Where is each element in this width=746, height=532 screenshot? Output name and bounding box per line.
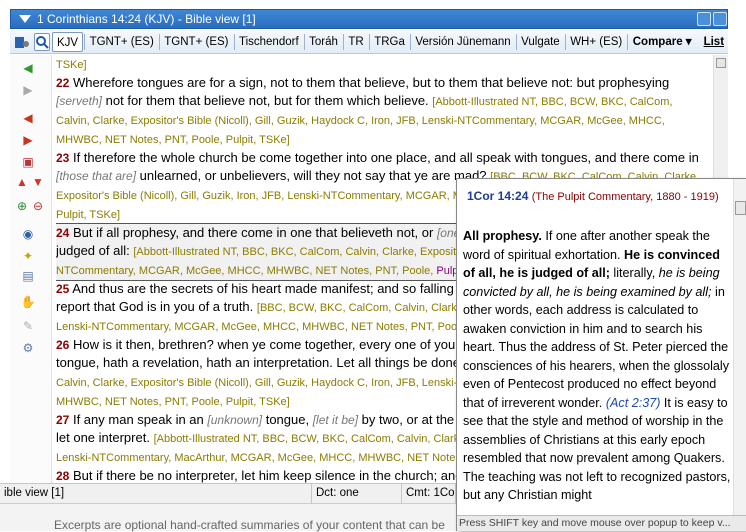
tab-tischendorf[interactable]: Tischendorf <box>235 32 303 52</box>
verse-number[interactable]: 26 <box>56 338 69 352</box>
navigation-rail: ◀ ▶ ◀ ▶ ▣ ▲ ▼ ⊕ ⊖ ◉ ✦ ▤ ✋ ✎ ⚙ <box>10 55 52 487</box>
popup-footer-hint: Press SHIFT key and move mouse over popu… <box>457 515 746 531</box>
verse-number[interactable]: 23 <box>56 151 69 165</box>
verse-text: Wherefore tongues are for a sign, not to… <box>69 75 669 90</box>
italic-added-word: [unknown] <box>207 413 262 427</box>
italic-added-word: [serveth] <box>56 94 102 108</box>
scroll-up-icon[interactable] <box>716 58 726 68</box>
view-eye-icon[interactable]: ◉ <box>20 227 36 241</box>
app-window: 1 Corinthians 14:24 (KJV) - Bible view [… <box>0 0 746 531</box>
verse-number[interactable]: 28 <box>56 469 69 483</box>
window-title: 1 Corinthians 14:24 (KJV) - Bible view [… <box>37 12 256 26</box>
status-commentary: Cmt: 1Co <box>402 484 456 503</box>
parallel-book-icon[interactable]: ▣ <box>20 155 36 169</box>
compare-label: Compare <box>633 36 683 48</box>
zoom-out-icon[interactable]: ⊖ <box>30 199 46 213</box>
cross-reference-link[interactable]: (Act 2:37) <box>606 396 661 410</box>
compare-dropdown[interactable]: Compare ▾ <box>629 32 696 52</box>
next-chapter-icon[interactable]: ▶ <box>20 133 36 147</box>
page-view-icon[interactable]: ▤ <box>20 269 36 283</box>
tab-torah[interactable]: Toráh <box>305 32 342 52</box>
commentary-popup[interactable]: 1Cor 14:24 (The Pulpit Commentary, 1880 … <box>456 178 746 531</box>
settings-gear-icon[interactable]: ⚙ <box>20 341 36 355</box>
tab-tgnt-2[interactable]: TGNT+ (ES) <box>160 32 232 52</box>
tab-tr[interactable]: TR <box>344 32 367 52</box>
popup-source: (The Pulpit Commentary, 1880 - 1919) <box>532 191 719 203</box>
verse-22[interactable]: 22 Wherefore tongues are for a sign, not… <box>56 74 706 149</box>
verse-text: tongue, <box>262 412 313 427</box>
italic-added-word: [those that are] <box>56 169 136 183</box>
verse-fragment[interactable]: TSKe] <box>56 55 706 74</box>
popup-scrollbar[interactable] <box>733 179 746 519</box>
tab-trga[interactable]: TRGa <box>370 32 409 52</box>
excerpt-help-text: Excerpts are optional hand-crafted summa… <box>54 518 445 532</box>
previous-chapter-icon[interactable]: ◀ <box>20 111 36 125</box>
close-icon[interactable] <box>713 12 727 26</box>
verse-text: If therefore the whole church be come to… <box>69 150 698 165</box>
commentary-list[interactable]: TSKe] <box>56 59 87 71</box>
forward-arrow-icon[interactable]: ▶ <box>20 83 36 97</box>
back-arrow-icon[interactable]: ◀ <box>20 61 36 75</box>
verse-text: If any man speak in an <box>69 412 207 427</box>
popup-scroll-thumb[interactable] <box>735 201 746 215</box>
window-menu-icon[interactable] <box>19 15 31 23</box>
verse-number[interactable]: 24 <box>56 226 69 240</box>
window-titlebar[interactable]: 1 Corinthians 14:24 (KJV) - Bible view [… <box>10 9 728 29</box>
verse-number[interactable]: 27 <box>56 413 69 427</box>
zoom-in-icon[interactable]: ⊕ <box>14 199 30 213</box>
tab-tgnt-1[interactable]: TGNT+ (ES) <box>86 32 158 52</box>
bible-toolbar: KJV TGNT+ (ES) TGNT+ (ES) Tischendorf To… <box>10 30 728 54</box>
italic-added-word: [let it be] <box>313 413 358 427</box>
verse-up-icon[interactable]: ▲ <box>14 175 30 189</box>
verse-text: not for them that believe not, but for t… <box>102 93 432 108</box>
verse-text: unlearned, or unbelievers, will they not… <box>136 168 490 183</box>
tab-vulgate[interactable]: Vulgate <box>517 32 564 52</box>
status-dictionary: Dct: one <box>312 484 402 503</box>
popup-header: 1Cor 14:24 (The Pulpit Commentary, 1880 … <box>457 179 746 224</box>
verse-down-icon[interactable]: ▼ <box>30 175 46 189</box>
verse-text: But if all prophesy, and there come in o… <box>69 225 437 240</box>
highlight-icon[interactable]: ✦ <box>20 249 36 263</box>
tab-kjv[interactable]: KJV <box>52 32 83 52</box>
list-button[interactable]: List <box>700 32 728 52</box>
popup-reference-link[interactable]: 1Cor 14:24 <box>467 189 528 203</box>
hand-icon[interactable]: ✋ <box>20 295 36 309</box>
popup-commentary-text: All prophesy. If one after another speak… <box>463 227 733 514</box>
status-view-label: ible view [1] <box>0 484 312 503</box>
tab-version-junemann[interactable]: Versión Jünemann <box>411 32 514 52</box>
bible-options-icon[interactable] <box>14 33 30 51</box>
verse-number[interactable]: 25 <box>56 282 69 296</box>
tab-wh[interactable]: WH+ (ES) <box>566 32 626 52</box>
verse-number[interactable]: 22 <box>56 76 69 90</box>
pencil-icon[interactable]: ✎ <box>20 319 36 333</box>
restore-icon[interactable] <box>697 12 711 26</box>
search-icon[interactable] <box>34 33 50 51</box>
